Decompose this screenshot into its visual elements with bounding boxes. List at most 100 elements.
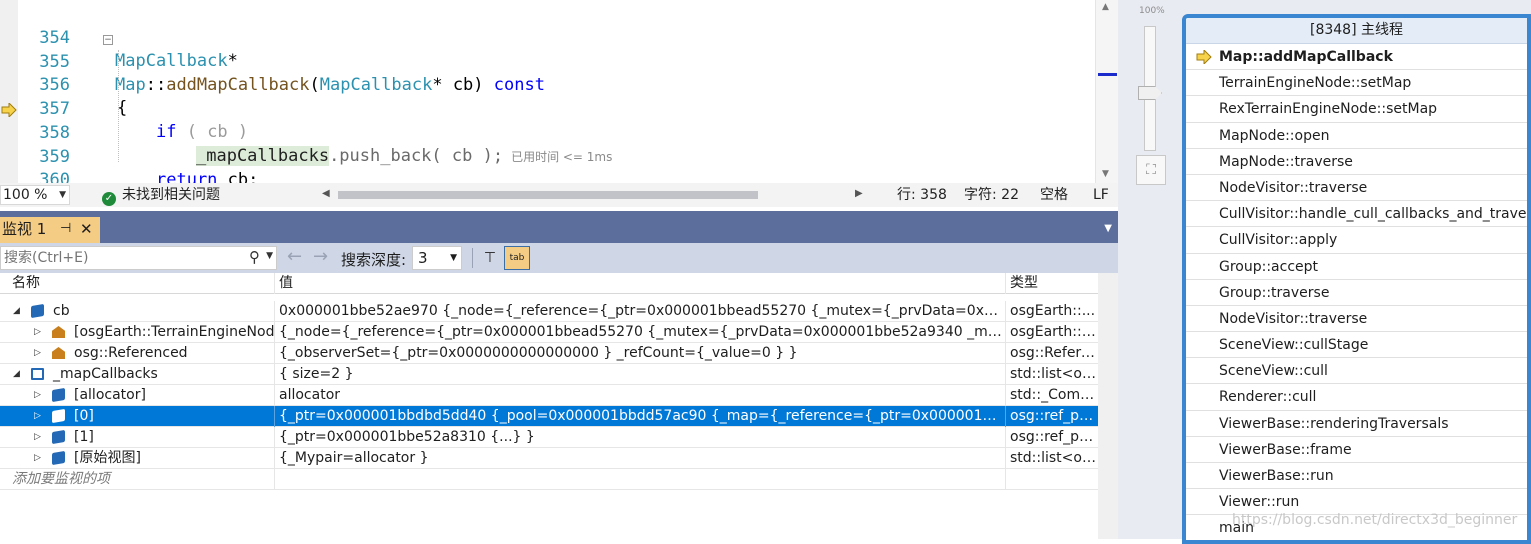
table-row[interactable]: ▷ [1] {_ptr=0x000001bbe52a8310 {...} } o… (0, 427, 1098, 448)
code-line-354: 354 MapCallback* (0, 3, 1095, 72)
panel-splitter[interactable] (1118, 0, 1130, 539)
watermark: https://blog.csdn.net/directx3d_beginner (1232, 512, 1518, 528)
collapse-icon[interactable]: ◢ (13, 301, 20, 321)
zoom-to-fit-icon[interactable]: ⛶ (1136, 155, 1166, 185)
stack-frame[interactable]: SceneView::cullStage (1186, 332, 1527, 359)
table-row[interactable]: ◢ cb 0x000001bbe52ae970 {_node={_referen… (0, 301, 1098, 322)
pin-icon[interactable]: ⊣ (60, 217, 71, 241)
table-row[interactable]: ▷ [osgEarth::TerrainEngineNod... {_node=… (0, 322, 1098, 343)
search-previous-icon[interactable]: ← (287, 246, 302, 267)
expand-icon[interactable]: ▷ (34, 322, 41, 342)
search-next-icon[interactable]: → (313, 246, 328, 267)
stack-frame[interactable]: CullVisitor::apply (1186, 227, 1527, 254)
expand-icon[interactable]: ▷ (34, 385, 41, 405)
scroll-thumb[interactable] (338, 191, 758, 199)
stack-frame[interactable]: ViewerBase::run (1186, 463, 1527, 490)
pin-filter-icon[interactable]: ⊤ (480, 247, 500, 269)
base-class-icon (52, 347, 65, 359)
tabular-view-icon[interactable]: tab (504, 246, 530, 270)
stack-frame[interactable]: Renderer::cull (1186, 384, 1527, 411)
current-frame-arrow-icon (1196, 50, 1212, 64)
char-indicator[interactable]: 字符: 22 (964, 186, 1019, 204)
watch-tab-bar: 监视 1 ⊣ ✕ ▼ (0, 211, 1118, 243)
eol-indicator[interactable]: LF (1093, 186, 1109, 204)
object-icon (52, 450, 65, 466)
add-watch-row[interactable]: 添加要监视的项 (0, 469, 1098, 490)
code-line-361: 361 (0, 169, 1095, 183)
stack-frame[interactable]: SceneView::cull (1186, 358, 1527, 385)
zoom-percent-label: 100% (1139, 6, 1165, 16)
expand-icon[interactable]: ▷ (34, 406, 41, 426)
code-line-358: 358 _mapCallbacks.push_back( cb ); 已用时间 <… (0, 98, 1095, 167)
zoom-slider[interactable]: 100% (1136, 6, 1166, 156)
search-icon[interactable]: ⚲ (249, 248, 260, 266)
table-row[interactable]: ▷ osg::Referenced {_observerSet={_ptr=0x… (0, 343, 1098, 364)
thread-title: [8348] 主线程 (1186, 18, 1527, 44)
object-icon (31, 303, 44, 319)
code-line-359: 359 return cb; (0, 122, 1095, 183)
zoom-thumb[interactable] (1138, 86, 1162, 100)
stack-frame[interactable]: MapNode::traverse (1186, 149, 1527, 175)
thread-stack-box[interactable]: [8348] 主线程 Map::addMapCallback TerrainEn… (1182, 14, 1531, 544)
editor-horizontal-scrollbar[interactable]: ◀ ▶ (320, 188, 870, 202)
chevron-down-icon: ▼ (450, 253, 457, 263)
stack-frame[interactable]: ViewerBase::frame (1186, 437, 1527, 463)
collapse-icon[interactable]: ◢ (13, 364, 20, 384)
column-header-name[interactable]: 名称 (0, 273, 275, 294)
scroll-left-icon[interactable]: ◀ (322, 188, 330, 199)
table-row[interactable]: ◢ _mapCallbacks { size=2 } std::list<os.… (0, 364, 1098, 385)
column-header-value[interactable]: 值 (275, 273, 1006, 294)
stack-frame[interactable]: NodeVisitor::traverse (1186, 306, 1527, 333)
editor-vertical-scrollbar[interactable]: ▲ ▼ (1095, 0, 1118, 183)
issues-indicator[interactable]: ✓ 未找到相关问题 (102, 186, 220, 206)
scroll-right-icon[interactable]: ▶ (855, 188, 863, 199)
expand-icon[interactable]: ▷ (34, 427, 41, 447)
stack-frame[interactable]: TerrainEngineNode::setMap (1186, 70, 1527, 97)
scroll-up-icon[interactable]: ▲ (1102, 2, 1109, 12)
table-row[interactable]: ▷ [allocator] allocator std::_Comp... (0, 385, 1098, 406)
watch-grid[interactable]: 名称 值 类型 ◢ cb 0x000001bbe52ae970 {_node={… (0, 273, 1098, 539)
code-line-356: 356 { (0, 50, 1095, 119)
check-circle-icon: ✓ (102, 192, 116, 206)
stack-frame[interactable]: NodeVisitor::traverse (1186, 175, 1527, 202)
stack-frame[interactable]: CullVisitor::handle_cull_callbacks_and_t… (1186, 201, 1527, 228)
scroll-position-marker (1098, 73, 1117, 76)
indent-guide (118, 50, 119, 162)
expand-icon[interactable]: ▷ (34, 448, 41, 468)
list-icon (31, 368, 44, 380)
stack-frame-current[interactable]: Map::addMapCallback (1186, 44, 1527, 71)
code-line-357: 357 if ( cb ) (0, 74, 1095, 143)
table-row[interactable]: ▷ [原始视图] {_Mypair=allocator } std::list<… (0, 448, 1098, 469)
table-row-selected[interactable]: ▷ [0] {_ptr=0x000001bbdbd5dd40 {_pool=0x… (0, 406, 1098, 427)
editor-status-bar: 100 % ▼ ✓ 未找到相关问题 ◀ ▶ 行: 358 字符: 22 空格 LF (0, 183, 1118, 207)
code-line-360: 360 } (0, 145, 1095, 183)
search-depth-label: 搜索深度: (341, 251, 407, 269)
scroll-down-icon[interactable]: ▼ (1102, 169, 1109, 179)
watch-toolbar: ⚲ ▼ ← → 搜索深度: 3 ▼ ⊤ tab (0, 243, 1118, 273)
tab-watch-1[interactable]: 监视 1 ⊣ ✕ (0, 217, 100, 243)
stack-frame[interactable]: MapNode::open (1186, 123, 1527, 149)
object-icon (52, 408, 65, 424)
code-editor[interactable]: 354 MapCallback* − 355 Map::addMapCallba… (0, 0, 1118, 183)
expand-icon[interactable]: ▷ (34, 343, 41, 363)
close-icon[interactable]: ✕ (80, 217, 93, 241)
chevron-down-icon[interactable]: ▼ (266, 251, 273, 261)
search-input[interactable] (1, 247, 231, 269)
line-indicator[interactable]: 行: 358 (897, 186, 947, 204)
add-watch-placeholder[interactable]: 添加要监视的项 (0, 469, 275, 490)
stack-frame[interactable]: Group::accept (1186, 254, 1527, 280)
stack-frame[interactable]: ViewerBase::renderingTraversals (1186, 411, 1527, 437)
grid-header: 名称 值 类型 (0, 273, 1098, 294)
search-depth-select[interactable]: 3 ▼ (412, 246, 462, 270)
panel-menu-icon[interactable]: ▼ (1104, 223, 1112, 234)
code-line-355: 355 Map::addMapCallback(MapCallback* cb)… (0, 27, 1095, 96)
whitespace-indicator[interactable]: 空格 (1040, 186, 1068, 204)
search-field[interactable]: ⚲ ▼ (0, 246, 277, 270)
toolbar-divider (472, 248, 473, 268)
stack-frame[interactable]: RexTerrainEngineNode::setMap (1186, 96, 1527, 123)
watch-vertical-scrollbar[interactable] (1098, 273, 1118, 539)
zoom-select[interactable]: 100 % ▼ (0, 185, 70, 205)
chevron-down-icon: ▼ (59, 190, 66, 200)
stack-frame[interactable]: Group::traverse (1186, 280, 1527, 306)
column-header-type[interactable]: 类型 (1006, 273, 1098, 294)
